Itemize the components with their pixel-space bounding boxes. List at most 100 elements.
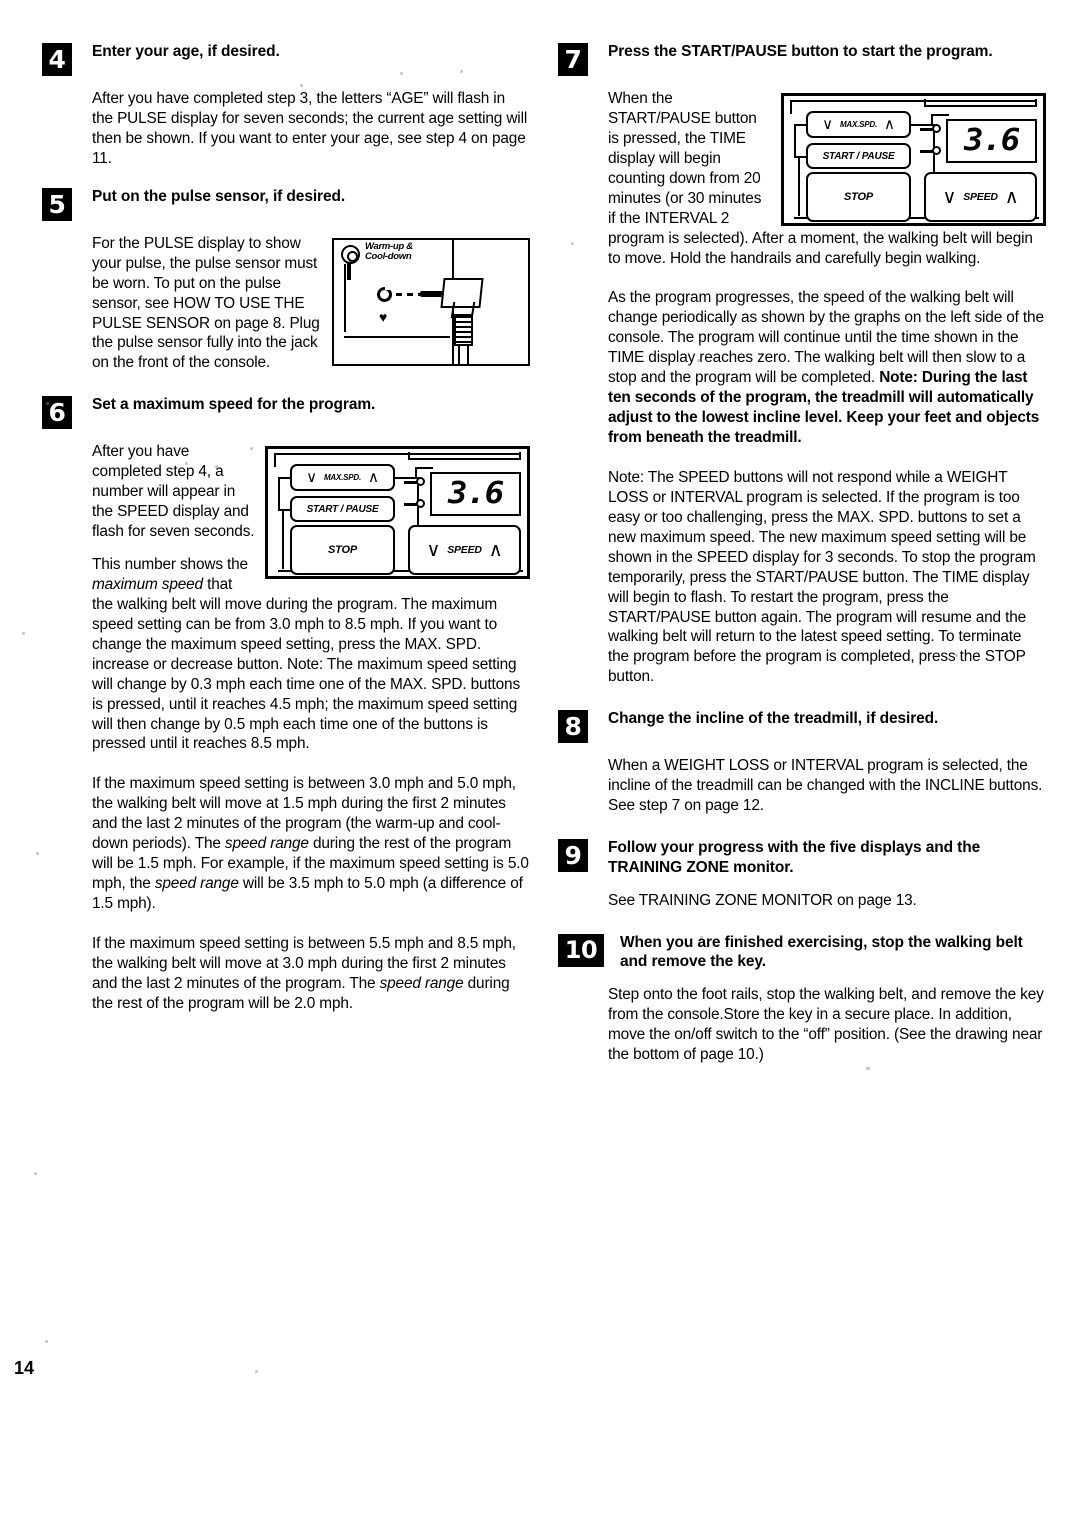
step-8-badge: 8: [558, 710, 588, 744]
speed-display: 3.6: [430, 472, 521, 517]
scan-speck: [45, 1340, 48, 1343]
console-figure-right: ∨ MAX.SPD. ∧ START / PAUSE STOP ∨ SPEED: [781, 93, 1046, 226]
warmup-cooldown-label: Warm-up & Cool-down: [365, 240, 413, 262]
console-trace-d: [798, 156, 800, 216]
speed-button[interactable]: ∨ SPEED ∧: [924, 172, 1037, 222]
step-6-paragraph-4: If the maximum speed setting is between …: [92, 934, 516, 1012]
speed-button[interactable]: ∨ SPEED ∧: [408, 525, 521, 576]
step-8-paragraph: When a WEIGHT LOSS or INTERVAL program i…: [608, 757, 1043, 815]
step-10-badge: 10: [558, 933, 604, 967]
scan-speck: [36, 852, 39, 855]
step-10-title: When you are finished exercising, stop t…: [620, 933, 1023, 971]
step-7: 7 Press the START/PAUSE button to start …: [558, 42, 1046, 687]
step-5: 5 Put on the pulse sensor, if desired. W…: [42, 187, 530, 374]
scan-speck: [185, 462, 188, 465]
stop-button[interactable]: STOP: [806, 172, 911, 222]
step-5-title: Put on the pulse sensor, if desired.: [92, 187, 346, 205]
stop-button[interactable]: STOP: [290, 525, 395, 576]
speed-display: 3.6: [946, 119, 1037, 163]
step-4: 4 Enter your age, if desired. After you …: [42, 42, 530, 169]
pulse-jack-figure: Warm-up & Cool-down ♥: [332, 237, 530, 366]
indicator-led-lower: [920, 146, 941, 156]
start-pause-button[interactable]: START / PAUSE: [290, 496, 395, 523]
chevron-down-icon: ∨: [306, 469, 317, 487]
start-pause-button[interactable]: START / PAUSE: [806, 143, 911, 169]
jack-shelf-line: [344, 335, 450, 338]
step-8-header: 8 Change the incline of the treadmill, i…: [558, 709, 1046, 744]
console-trace-g: [415, 467, 433, 470]
cable-tail: [458, 343, 469, 366]
step-6-paragraph-2: This number shows the maximum speed that…: [92, 556, 521, 753]
chevron-up-icon: ∧: [368, 469, 379, 487]
chevron-down-icon: ∨: [822, 116, 833, 133]
scan-speck: [239, 93, 242, 96]
max-speed-button[interactable]: ∨ MAX.SPD. ∧: [806, 111, 911, 138]
console-trace-b: [794, 124, 796, 158]
console-trace-g: [931, 114, 949, 116]
scan-speck: [255, 1370, 258, 1373]
chevron-up-icon: ∧: [488, 539, 503, 561]
scan-speck: [300, 84, 303, 87]
step-7-title: Press the START/PAUSE button to start th…: [608, 43, 993, 60]
chevron-up-icon: ∧: [884, 116, 895, 133]
scan-speck: [46, 402, 49, 405]
step-9-badge: 9: [558, 839, 588, 873]
step-4-paragraph: After you have completed step 3, the let…: [92, 90, 528, 167]
manual-page: 4 Enter your age, if desired. After you …: [0, 0, 1080, 1537]
scan-speck: [250, 447, 253, 450]
step-7-paragraph-3: Note: The SPEED buttons will not respond…: [608, 468, 1036, 686]
step-6: 6 Set a maximum speed for the program. ∨…: [42, 395, 530, 1013]
console-top-rail-secondary: [924, 99, 1037, 107]
step-6-header: 6 Set a maximum speed for the program.: [42, 395, 530, 430]
step-6-title: Set a maximum speed for the program.: [92, 396, 376, 414]
step-7-paragraph-2: As the program progresses, the speed of …: [608, 289, 1044, 446]
scan-speck: [22, 632, 25, 635]
insertion-dashed-line: [396, 292, 420, 296]
console-diagram: ∨ MAX.SPD. ∧ START / PAUSE STOP ∨ SPEED: [265, 446, 530, 580]
chevron-up-icon: ∧: [1004, 186, 1019, 208]
console-figure-left: ∨ MAX.SPD. ∧ START / PAUSE STOP ∨ SPEED: [265, 446, 530, 580]
jack-socket-stem: [347, 261, 351, 280]
console-trace-d: [282, 509, 284, 570]
step-4-header: 4 Enter your age, if desired.: [42, 42, 530, 76]
step-10-paragraph: Step onto the foot rails, stop the walki…: [608, 986, 1044, 1064]
speed-label: SPEED: [447, 544, 482, 557]
step-5-header: 5 Put on the pulse sensor, if desired.: [42, 187, 530, 221]
right-column: 7 Press the START/PAUSE button to start …: [558, 42, 1046, 1067]
scan-speck: [866, 1067, 870, 1070]
step-4-title: Enter your age, if desired.: [92, 43, 280, 60]
console-trace-b: [278, 477, 280, 512]
step-7-header: 7 Press the START/PAUSE button to start …: [558, 42, 1046, 76]
heart-icon: ♥: [379, 308, 388, 325]
scan-speck: [460, 70, 463, 73]
step-7-body: ∨ MAX.SPD. ∧ START / PAUSE STOP ∨ SPEED: [558, 89, 1046, 268]
step-5-body: Warm-up & Cool-down ♥ For the PULSE disp…: [42, 234, 530, 374]
chevron-down-icon: ∨: [942, 186, 957, 208]
page-number: 14: [14, 1358, 35, 1378]
left-column: 4 Enter your age, if desired. After you …: [42, 42, 530, 1016]
step-6-body: ∨ MAX.SPD. ∧ START / PAUSE STOP ∨ SPEED: [42, 442, 530, 754]
step-5-badge: 5: [42, 187, 72, 221]
scan-speck: [34, 1172, 37, 1175]
step-8-title: Change the incline of the treadmill, if …: [608, 710, 939, 728]
cable-strain-relief: [454, 313, 473, 346]
chevron-down-icon: ∨: [426, 539, 441, 561]
indicator-led-lower: [404, 499, 425, 509]
step-10-header: 10 When you are finished exercising, sto…: [558, 933, 1046, 973]
max-speed-button[interactable]: ∨ MAX.SPD. ∧: [290, 464, 395, 492]
scan-speck: [400, 72, 403, 75]
pulse-jack-port-icon: [377, 286, 396, 302]
scan-speck: [215, 465, 218, 468]
step-9-title: Follow your progress with the five displ…: [608, 839, 981, 876]
console-diagram: ∨ MAX.SPD. ∧ START / PAUSE STOP ∨ SPEED: [781, 93, 1046, 226]
speed-label: SPEED: [963, 191, 998, 203]
scan-speck: [955, 654, 958, 657]
step-9: 9 Follow your progress with the five dis…: [558, 838, 1046, 911]
indicator-led-upper: [404, 477, 425, 487]
step-10: 10 When you are finished exercising, sto…: [558, 933, 1046, 1065]
max-speed-label: MAX.SPD.: [323, 473, 362, 483]
scan-speck: [697, 359, 700, 362]
step-7-badge: 7: [558, 43, 588, 76]
scan-speck: [571, 242, 574, 245]
step-9-header: 9 Follow your progress with the five dis…: [558, 838, 1046, 878]
